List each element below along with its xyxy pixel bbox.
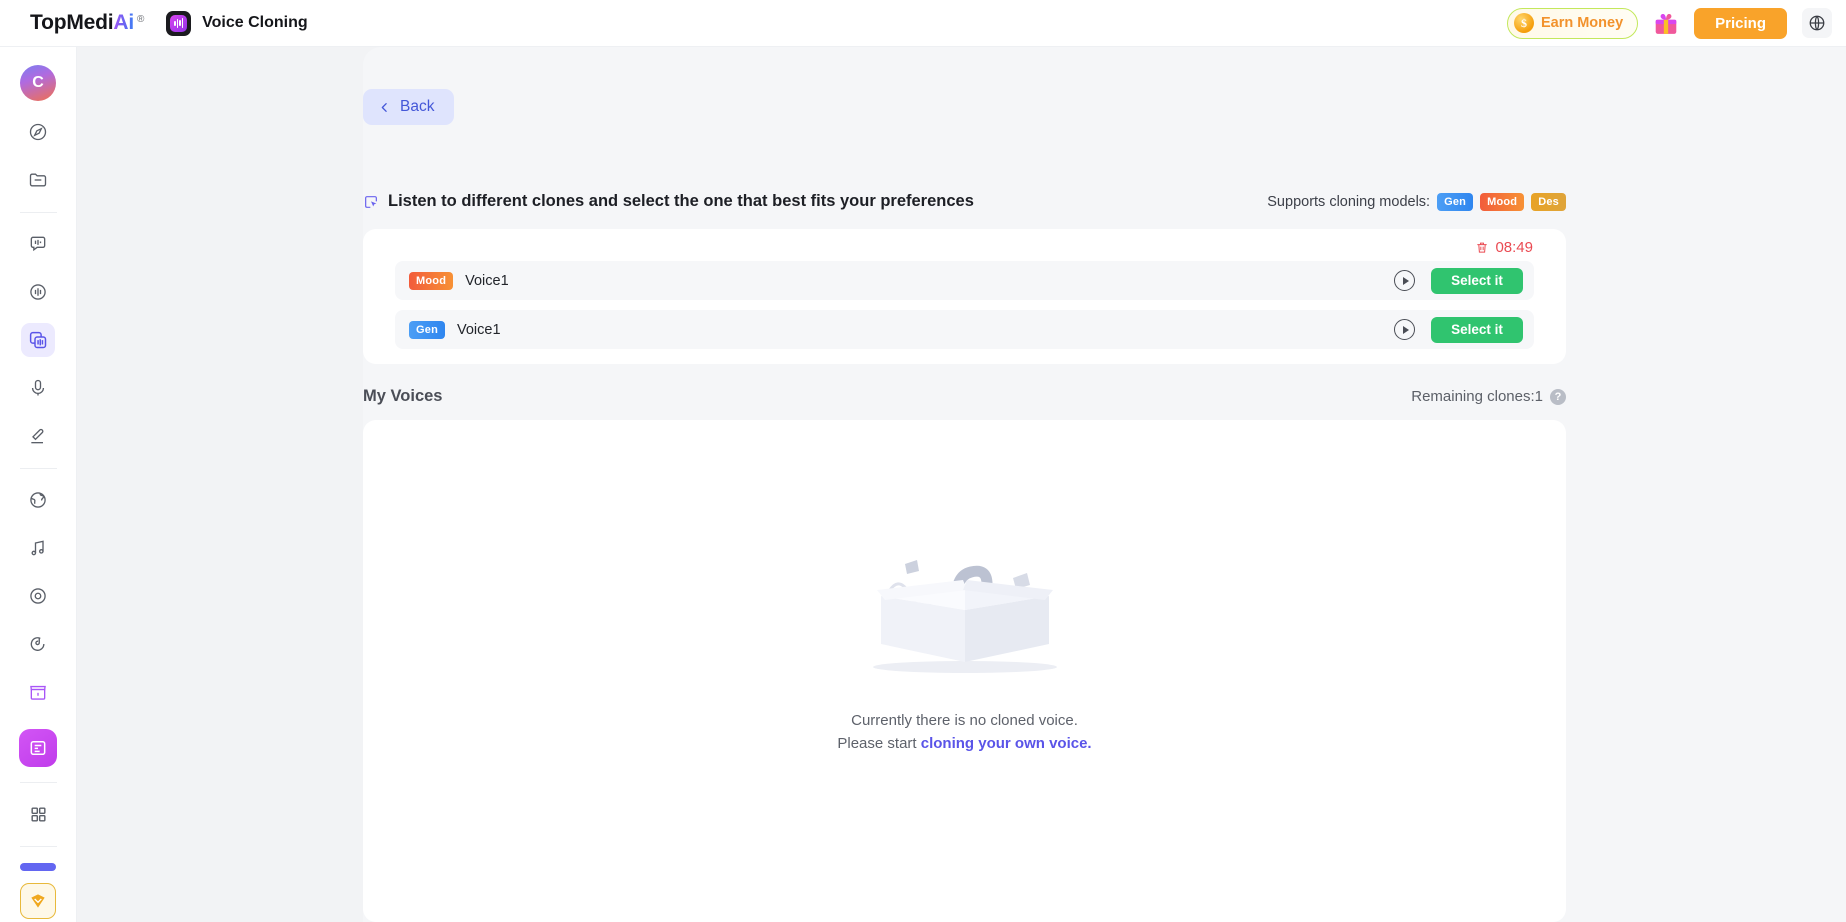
- my-voices-panel: Currently there is no cloned voice. Plea…: [363, 420, 1566, 922]
- text-to-speech-icon: [30, 236, 46, 252]
- grid-apps-icon: [30, 806, 46, 822]
- folder-icon: [29, 173, 47, 187]
- brand-name-main: TopMedi: [30, 11, 114, 34]
- chevron-left-icon: [381, 102, 387, 112]
- language-globe-button[interactable]: [1802, 8, 1832, 38]
- ai-tools-icon: [30, 741, 46, 755]
- model-tag-mood: Mood: [1480, 192, 1525, 211]
- model-tag-gen: Gen: [1437, 192, 1474, 211]
- sidebar-divider: [19, 468, 57, 469]
- top-bar-actions: $ Earn Money Pricing: [1506, 7, 1832, 39]
- sidebar-divider: [19, 846, 57, 847]
- sound-effect-icon: [30, 637, 45, 651]
- remaining-clones: Remaining clones:1 ?: [1411, 388, 1566, 405]
- music-icon: [31, 540, 44, 556]
- expire-time-label: 08:49: [1495, 239, 1533, 256]
- sidebar-item-sound-effect[interactable]: [21, 627, 55, 661]
- model-tag-des: Des: [1531, 192, 1566, 211]
- voice-candidate-row[interactable]: Gen Voice1 Select it: [395, 310, 1534, 349]
- translate-globe-icon: [30, 492, 46, 508]
- app-title-chip: Voice Cloning: [166, 10, 308, 36]
- help-icon[interactable]: ?: [1550, 388, 1566, 405]
- section-header: Listen to different clones and select th…: [363, 192, 1566, 211]
- my-voices-title: My Voices: [363, 387, 443, 405]
- supports-label: Supports cloning models:: [1267, 193, 1431, 210]
- trash-icon[interactable]: [1475, 240, 1489, 255]
- play-button[interactable]: [1394, 270, 1415, 291]
- empty-state-prefix: Please start: [837, 735, 921, 752]
- sidebar-item-all-apps[interactable]: [21, 797, 55, 831]
- empty-state-line-2: Please start cloning your own voice.: [837, 735, 1091, 752]
- supported-models: Supports cloning models: Gen Mood Des: [1267, 192, 1566, 211]
- my-voices-header: My Voices Remaining clones:1 ?: [363, 387, 1566, 406]
- voice-model-tag: Mood: [409, 271, 454, 290]
- sidebar-divider: [19, 782, 57, 783]
- clone-results-panel: 08:49 Mood Voice1 Select it Gen Voice1 S…: [363, 229, 1566, 364]
- expire-timer: 08:49: [363, 229, 1566, 256]
- play-button[interactable]: [1394, 319, 1415, 340]
- discover-icon: [29, 123, 47, 141]
- app-title-label: Voice Cloning: [202, 14, 308, 31]
- sidebar-item-store[interactable]: [21, 675, 55, 709]
- sidebar-divider: [19, 212, 57, 213]
- brand-logo[interactable]: TopMedi Ai ®: [30, 11, 144, 35]
- voice-cloning-icon: [29, 331, 46, 348]
- remaining-clones-label: Remaining clones:1: [1411, 388, 1543, 405]
- sidebar-item-music[interactable]: [21, 531, 55, 565]
- sidebar-item-ai-tools[interactable]: [19, 729, 57, 767]
- back-button[interactable]: Back: [363, 89, 455, 125]
- voice-candidate-row[interactable]: Mood Voice1 Select it: [395, 261, 1534, 300]
- voice-name: Voice1: [465, 272, 509, 289]
- sidebar-item-speech-to-text[interactable]: [21, 419, 55, 453]
- sidebar-collapse-handle[interactable]: [20, 863, 56, 871]
- sidebar-item-record[interactable]: [21, 579, 55, 613]
- top-bar: TopMedi Ai ® Voice Cloning $ Earn Money Pr…: [0, 0, 1846, 47]
- sidebar: C: [0, 47, 77, 922]
- sidebar-item-favorite[interactable]: [20, 883, 56, 919]
- voice-model-tag: Gen: [409, 320, 445, 339]
- earn-money-button[interactable]: $ Earn Money: [1506, 7, 1639, 39]
- content-card: Back Listen to different clones and sele…: [363, 47, 1846, 922]
- pricing-button[interactable]: Pricing: [1694, 7, 1787, 39]
- clone-voice-link[interactable]: cloning your own voice.: [921, 735, 1092, 752]
- sidebar-item-microphone[interactable]: [21, 371, 55, 405]
- empty-box-illustration: [872, 560, 1057, 673]
- globe-icon: [1809, 15, 1825, 31]
- voice-changer-icon: [30, 284, 46, 300]
- brand-registered-mark: ®: [136, 14, 145, 25]
- sidebar-item-discover[interactable]: [21, 115, 55, 149]
- speech-to-text-icon: [31, 428, 44, 444]
- earn-money-label: Earn Money: [1540, 15, 1624, 31]
- avatar[interactable]: C: [20, 65, 56, 101]
- empty-state-line-1: Currently there is no cloned voice.: [851, 712, 1078, 729]
- select-it-button[interactable]: Select it: [1431, 316, 1523, 343]
- sidebar-item-translate[interactable]: [21, 483, 55, 517]
- page-title: Listen to different clones and select th…: [388, 192, 974, 210]
- coin-icon: $: [1513, 13, 1534, 33]
- back-button-label: Back: [400, 98, 435, 115]
- play-icon: [1402, 325, 1409, 334]
- voice-candidate-list: Mood Voice1 Select it Gen Voice1 Select …: [363, 256, 1566, 349]
- diamond-favorite-icon: [31, 894, 45, 908]
- play-icon: [1402, 276, 1409, 285]
- microphone-icon: [31, 379, 45, 396]
- store-icon: [30, 685, 46, 700]
- sidebar-item-text-to-speech[interactable]: [21, 227, 55, 261]
- sidebar-item-voice-changer[interactable]: [21, 275, 55, 309]
- select-cursor-icon: [365, 195, 377, 208]
- content-inner: Back Listen to different clones and sele…: [363, 47, 1846, 922]
- voice-cloning-app-icon: [166, 10, 192, 36]
- sidebar-item-voice-cloning[interactable]: [21, 323, 55, 357]
- voice-name: Voice1: [457, 321, 501, 338]
- gift-icon[interactable]: [1653, 10, 1679, 36]
- sidebar-item-folder[interactable]: [21, 163, 55, 197]
- record-icon: [30, 588, 46, 604]
- brand-name-ai: Ai: [113, 11, 134, 34]
- select-it-button[interactable]: Select it: [1431, 267, 1523, 294]
- page-background: Back Listen to different clones and sele…: [77, 47, 1846, 922]
